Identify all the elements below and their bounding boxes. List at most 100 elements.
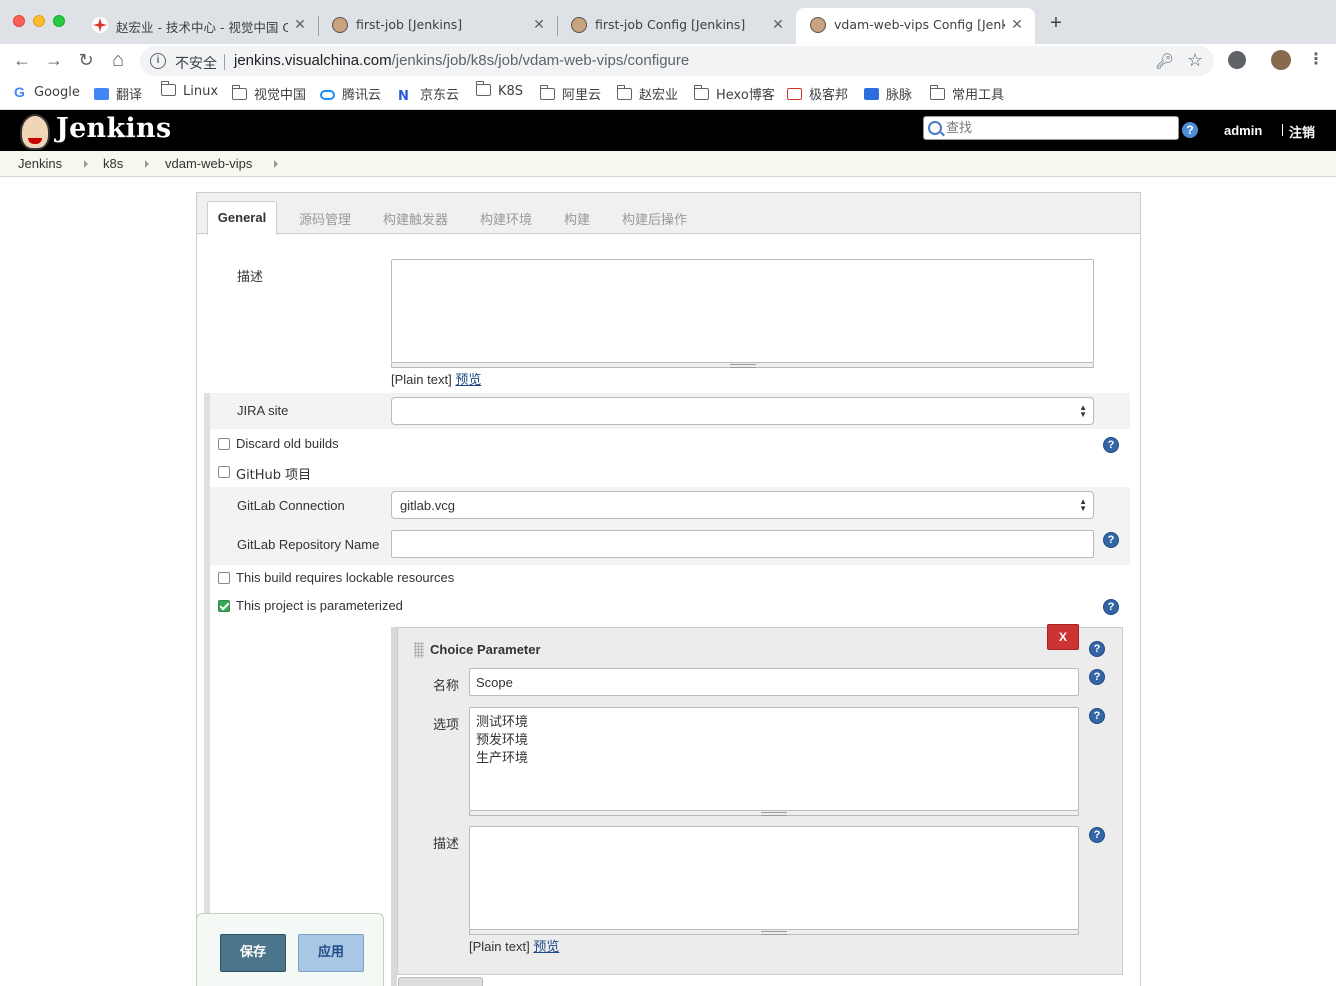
jira-site-select[interactable]: ▲ ▼ (391, 397, 1094, 425)
close-tab-icon[interactable]: ✕ (292, 16, 308, 32)
choice-parameter-title: Choice Parameter (430, 642, 541, 657)
delete-parameter-button[interactable]: X (1047, 624, 1079, 650)
search-box[interactable] (923, 116, 1179, 140)
help-icon[interactable]: ? (1089, 669, 1105, 685)
resize-handle[interactable] (469, 811, 1079, 816)
key-icon[interactable]: 🔑︎ (1155, 52, 1174, 70)
preview-link[interactable]: 预览 (533, 940, 559, 955)
tab-build-env[interactable]: 构建环境 (480, 209, 532, 228)
help-icon[interactable]: ? (1089, 708, 1105, 724)
tab-general[interactable]: General (207, 201, 277, 235)
jenkins-butler-icon[interactable] (20, 114, 50, 150)
bookmark-label: K8S (498, 84, 524, 99)
param-choices-textarea[interactable] (469, 707, 1079, 811)
security-label[interactable]: 不安全 (175, 53, 217, 73)
close-tab-icon[interactable]: ✕ (1009, 16, 1025, 32)
breadcrumb-item-k8s[interactable]: k8s (103, 156, 123, 171)
discard-old-builds-checkbox[interactable] (218, 438, 230, 450)
gitlab-connection-select[interactable]: gitlab.vcg ▲ ▼ (391, 491, 1094, 519)
bookmark-hexo[interactable]: Hexo博客 (693, 84, 775, 103)
bookmark-google[interactable]: G Google (14, 84, 80, 102)
bookmark-tools[interactable]: 常用工具 (929, 84, 1004, 103)
breadcrumb-item-jenkins[interactable]: Jenkins (18, 156, 62, 171)
maximize-window-button[interactable] (53, 15, 65, 27)
help-icon[interactable]: ? (1103, 437, 1119, 453)
bookmark-maimai[interactable]: 脉脉 (864, 84, 912, 103)
gitlab-repo-input[interactable] (391, 530, 1094, 558)
info-icon[interactable]: i (150, 53, 166, 69)
param-name-input[interactable] (469, 668, 1079, 696)
breadcrumb-arrow-icon[interactable] (145, 160, 149, 168)
address-bar[interactable]: i 不安全 jenkins.visualchina.com/jenkins/jo… (140, 46, 1214, 76)
browser-tab-2[interactable]: first-job [Jenkins] ✕ (318, 8, 557, 44)
add-parameter-button[interactable] (398, 977, 483, 986)
parameterized-label[interactable]: This project is parameterized (236, 598, 403, 613)
close-tab-icon[interactable]: ✕ (531, 16, 547, 32)
new-tab-button[interactable]: + (1046, 13, 1066, 34)
bookmarks-bar: G Google 翻译 Linux 视觉中国 腾讯云 N 京东云 K8S 阿里云 赵… (0, 76, 1336, 110)
breadcrumb-arrow-icon[interactable] (274, 160, 278, 168)
home-button[interactable]: ⌂ (106, 48, 130, 72)
description-label: 描述 (237, 270, 264, 285)
tab-post-build[interactable]: 构建后操作 (622, 209, 687, 228)
forward-button[interactable]: → (42, 48, 66, 72)
description-textarea[interactable] (391, 259, 1094, 363)
geekbang-icon (787, 88, 802, 100)
bookmark-tencent-cloud[interactable]: 腾讯云 (320, 84, 381, 103)
apply-button[interactable]: 应用 (298, 934, 364, 972)
bookmark-star-icon[interactable]: ☆ (1187, 50, 1203, 71)
gitlab-repo-label: GitLab Repository Name (237, 537, 380, 552)
logout-link[interactable]: 注销 (1289, 122, 1315, 141)
github-project-checkbox[interactable] (218, 466, 230, 478)
tab-triggers[interactable]: 构建触发器 (383, 209, 448, 228)
bookmark-jd-cloud[interactable]: N 京东云 (398, 84, 459, 104)
bookmark-linux[interactable]: Linux (160, 81, 218, 102)
jenkins-logo[interactable]: Jenkins (56, 113, 171, 144)
browser-tab-1[interactable]: 赵宏业 - 技术中心 - 视觉中国 Co ✕ (78, 8, 318, 44)
bookmark-geekbang[interactable]: 极客邦 (787, 84, 848, 103)
folder-icon (539, 85, 555, 100)
resize-handle[interactable] (391, 363, 1094, 368)
extension-icon[interactable] (1228, 51, 1246, 69)
search-help-icon[interactable]: ? (1182, 122, 1198, 138)
breadcrumb-item-job[interactable]: vdam-web-vips (165, 156, 252, 171)
profile-avatar[interactable] (1271, 50, 1291, 70)
bookmark-aliyun[interactable]: 阿里云 (539, 84, 601, 103)
close-tab-icon[interactable]: ✕ (770, 16, 786, 32)
browser-menu-icon[interactable]: ⋮ (1308, 50, 1324, 70)
url-text[interactable]: jenkins.visualchina.com/jenkins/job/k8s/… (234, 52, 689, 69)
resize-handle[interactable] (469, 930, 1079, 935)
minimize-window-button[interactable] (33, 15, 45, 27)
reload-button[interactable]: ↻ (74, 48, 98, 72)
help-icon[interactable]: ? (1089, 827, 1105, 843)
browser-tab-3[interactable]: first-job Config [Jenkins] ✕ (557, 8, 796, 44)
select-caret-icon: ▲ ▼ (1079, 403, 1087, 419)
bookmark-translate[interactable]: 翻译 (94, 84, 143, 103)
tab-scm[interactable]: 源码管理 (299, 209, 351, 228)
user-link[interactable]: admin (1224, 123, 1262, 138)
discard-old-builds-label[interactable]: Discard old builds (236, 436, 339, 451)
preview-link[interactable]: 预览 (455, 373, 481, 388)
lockable-resources-checkbox[interactable] (218, 572, 230, 584)
back-button[interactable]: ← (10, 48, 34, 72)
lockable-resources-label[interactable]: This build requires lockable resources (236, 570, 454, 585)
bookmark-k8s[interactable]: K8S (475, 81, 524, 102)
breadcrumb-arrow-icon[interactable] (84, 160, 88, 168)
github-project-label[interactable]: GitHub 项目 (236, 464, 311, 483)
bookmark-vcg[interactable]: 视觉中国 (231, 84, 306, 103)
drag-handle-icon[interactable] (414, 642, 424, 658)
browser-tab-active[interactable]: vdam-web-vips Config [Jenkins] ✕ (796, 8, 1035, 44)
bookmark-label: Hexo博客 (716, 88, 775, 103)
help-icon[interactable]: ? (1089, 641, 1105, 657)
parameterized-checkbox[interactable] (218, 600, 230, 612)
param-description-textarea[interactable] (469, 826, 1079, 930)
tab-title: first-job Config [Jenkins] (595, 17, 746, 32)
close-window-button[interactable] (13, 15, 25, 27)
bookmark-label: 翻译 (116, 88, 143, 103)
save-button[interactable]: 保存 (220, 934, 286, 972)
tab-build[interactable]: 构建 (564, 209, 590, 228)
bookmark-zhaohongye[interactable]: 赵宏业 (616, 84, 678, 103)
search-input[interactable] (946, 118, 1174, 138)
help-icon[interactable]: ? (1103, 532, 1119, 548)
help-icon[interactable]: ? (1103, 599, 1119, 615)
